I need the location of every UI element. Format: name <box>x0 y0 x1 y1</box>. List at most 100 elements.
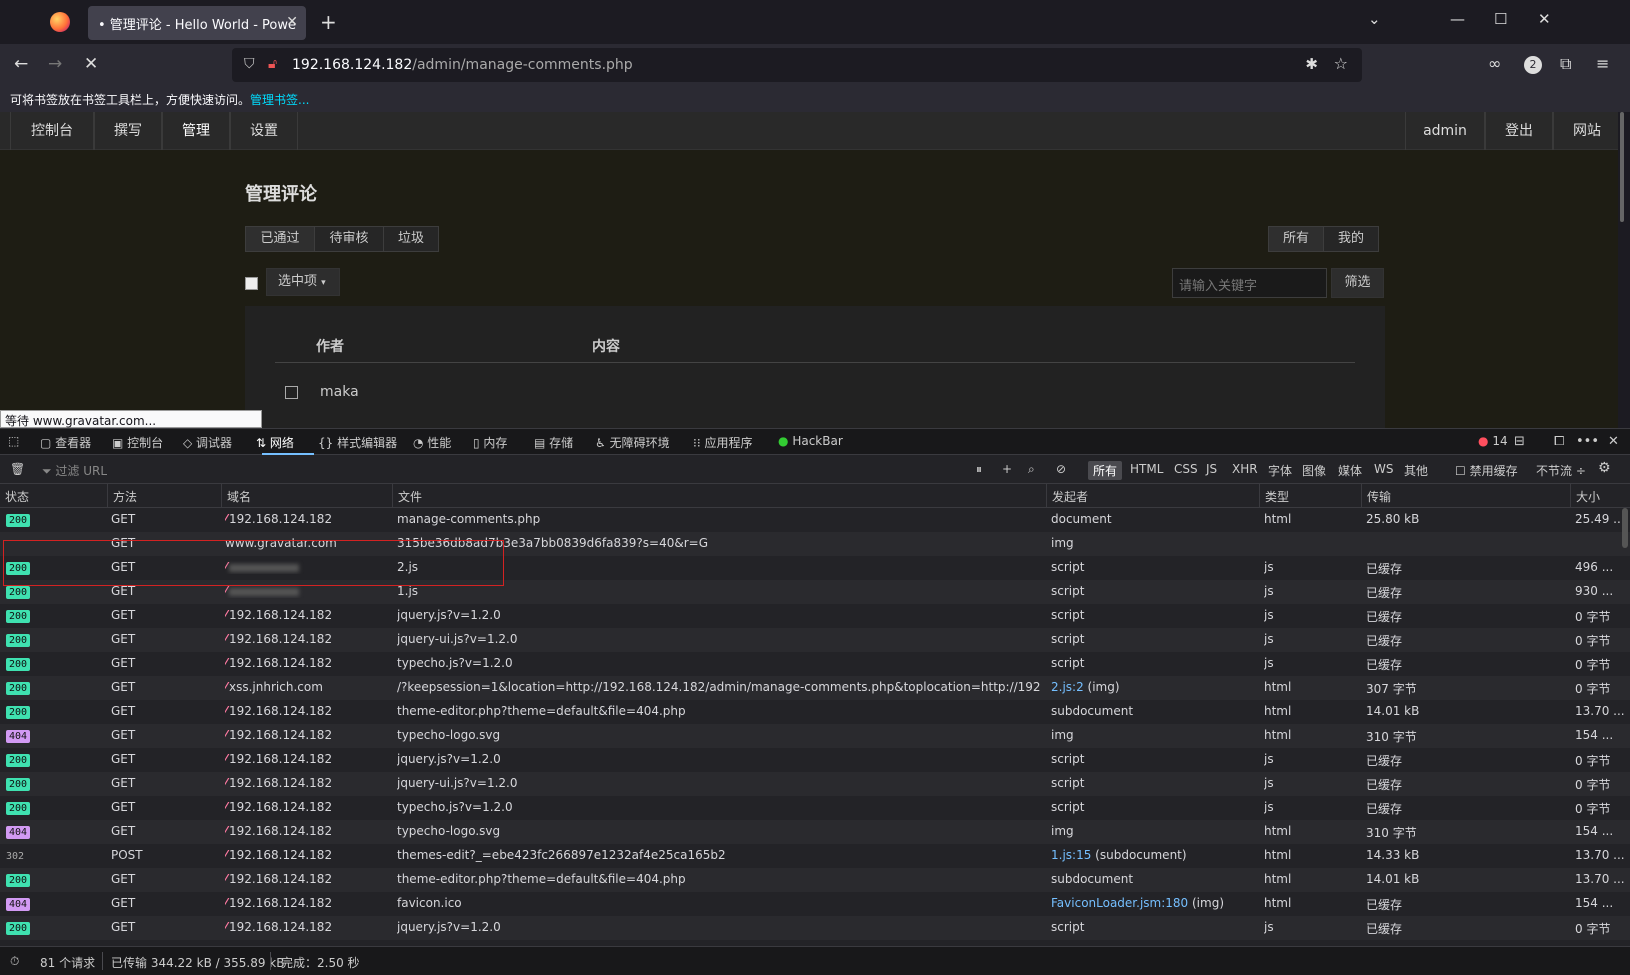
filter-images[interactable]: 图像 <box>1302 462 1326 479</box>
throttle-select[interactable]: 不节流 ÷ <box>1536 462 1586 479</box>
dock-icon[interactable]: ⧠ <box>1554 434 1564 449</box>
col-type[interactable]: 类型 <box>1259 484 1361 507</box>
tab-hackbar[interactable]: ● HackBar <box>778 434 843 448</box>
forward-icon[interactable]: → <box>48 54 62 74</box>
nav-logout[interactable]: 登出 <box>1485 112 1553 150</box>
add-request-icon[interactable]: + <box>1002 462 1012 476</box>
tab-accessibility[interactable]: ♿︎ 无障碍环境 <box>595 434 670 451</box>
request-row[interactable]: 200 GET ⁄ xss.jnhrich.com /?keepsession=1&lo… <box>0 676 1630 700</box>
request-list-scrollbar[interactable] <box>1622 508 1628 548</box>
request-row[interactable]: 200 GET ⁄ 192.168.124.182 jquery-ui.js?v=1.2… <box>0 628 1630 652</box>
nav-dashboard[interactable]: 控制台 <box>10 112 94 150</box>
search-icon[interactable]: ⌕ <box>1028 462 1035 477</box>
col-method[interactable]: 方法 <box>107 484 221 507</box>
url-bar[interactable]: ⛉ 🔓︎ 192.168.124.182/admin/manage-commen… <box>232 48 1362 82</box>
tab-list-icon[interactable]: ⌄ <box>1368 10 1381 28</box>
col-size[interactable]: 大小 <box>1570 484 1630 507</box>
element-picker-icon[interactable]: ⬚ <box>8 434 19 448</box>
more-icon[interactable]: ••• <box>1576 434 1599 449</box>
filter-ws[interactable]: WS <box>1374 462 1393 476</box>
filter-other[interactable]: 其他 <box>1404 462 1428 479</box>
request-row[interactable]: 302 POST ⁄ 192.168.124.182 themes-edit?_=ebe… <box>0 844 1630 868</box>
filter-xhr[interactable]: XHR <box>1232 462 1258 476</box>
request-row[interactable]: 200 GET ⁄ 192.168.124.182 typecho.js?v=1.2.0… <box>0 652 1630 676</box>
tab-debugger[interactable]: ◇ 调试器 <box>183 434 232 451</box>
new-tab-icon[interactable]: + <box>320 10 337 34</box>
stop-icon[interactable]: ✕ <box>84 54 98 74</box>
col-transfer[interactable]: 传输 <box>1361 484 1570 507</box>
request-row[interactable]: 404 GET ⁄ 192.168.124.182 typecho-logo.svg im… <box>0 820 1630 844</box>
initiator-link[interactable]: 1.js:15 <box>1051 848 1091 862</box>
menu-icon[interactable]: ≡ <box>1596 54 1609 73</box>
keyword-input[interactable]: 请输入关键字 <box>1172 268 1327 298</box>
request-row[interactable]: 404 GET ⁄ 192.168.124.182 favicon.ico Favicon… <box>0 892 1630 916</box>
back-icon[interactable]: ← <box>14 54 28 74</box>
manage-bookmarks-link[interactable]: 管理书签... <box>250 93 309 107</box>
nav-site[interactable]: 网站 <box>1553 112 1618 150</box>
tab-pending[interactable]: 待审核 <box>314 226 384 252</box>
request-row[interactable]: 200 GET ⁄ 192.168.124.182 jquery.js?v=1.2.0 s… <box>0 916 1630 940</box>
extension-badge-icon[interactable]: 2 <box>1524 56 1542 74</box>
col-initiator[interactable]: 发起者 <box>1046 484 1259 507</box>
responsive-icon[interactable]: ⊟ <box>1514 434 1525 449</box>
filter-button[interactable]: 筛选 <box>1331 268 1384 298</box>
filter-css[interactable]: CSS <box>1174 462 1198 476</box>
select-all-checkbox[interactable] <box>245 277 258 290</box>
filter-media[interactable]: 媒体 <box>1338 462 1362 479</box>
filter-url-input[interactable]: ⏷ 过滤 URL <box>42 462 107 479</box>
firefox-icon[interactable] <box>50 12 70 32</box>
request-row[interactable]: 200 GET ⁄ 192.168.124.182 theme-editor.php?t… <box>0 868 1630 892</box>
minimize-icon[interactable]: — <box>1450 10 1465 28</box>
nav-user[interactable]: admin <box>1405 112 1485 150</box>
error-count[interactable]: ● 14 <box>1478 434 1508 448</box>
initiator-link[interactable]: FaviconLoader.jsm:180 <box>1051 896 1188 910</box>
tab-all[interactable]: 所有 <box>1268 226 1324 252</box>
filter-all[interactable]: 所有 <box>1088 461 1123 480</box>
bulk-actions-dropdown[interactable]: 选中项 ▾ <box>266 268 340 296</box>
nav-settings[interactable]: 设置 <box>230 112 298 150</box>
bug-icon[interactable]: ✱ <box>1305 55 1318 73</box>
filter-fonts[interactable]: 字体 <box>1268 462 1292 479</box>
comment-author[interactable]: maka <box>320 384 359 400</box>
tab-memory[interactable]: ▯ 内存 <box>473 434 507 451</box>
row-checkbox[interactable] <box>285 386 298 399</box>
request-row[interactable]: 200 GET ⁄ 192.168.124.182 jquery-ui.js?v=1.2… <box>0 772 1630 796</box>
col-domain[interactable]: 域名 <box>221 484 392 507</box>
bookmark-star-icon[interactable]: ☆ <box>1334 54 1348 73</box>
browser-tab[interactable]: • 管理评论 - Hello World - Powe ✕ <box>88 6 306 40</box>
tab-console[interactable]: ▣ 控制台 <box>112 434 163 451</box>
page-scrollbar[interactable] <box>1620 112 1624 222</box>
insecure-lock-icon[interactable]: 🔓︎ <box>268 56 277 72</box>
col-status[interactable]: 状态 <box>0 484 107 507</box>
tab-application[interactable]: ⁝⁝ 应用程序 <box>693 434 752 451</box>
filter-js[interactable]: JS <box>1206 462 1217 476</box>
settings-gear-icon[interactable]: ⚙ <box>1598 460 1611 476</box>
close-window-icon[interactable]: ✕ <box>1538 10 1551 28</box>
request-row[interactable]: 200 GET ⁄ 192.168.124.182 typecho.js?v=1.2.0… <box>0 796 1630 820</box>
block-icon[interactable]: ⊘ <box>1056 462 1066 476</box>
filter-html[interactable]: HTML <box>1130 462 1163 476</box>
tab-spam[interactable]: 垃圾 <box>383 226 439 252</box>
close-devtools-icon[interactable]: ✕ <box>1608 434 1619 449</box>
tab-performance[interactable]: ◔ 性能 <box>413 434 451 451</box>
tab-inspector[interactable]: ▢ 查看器 <box>40 434 91 451</box>
request-row[interactable]: 200 GET ⁄ 192.168.124.182 jquery.js?v=1.2.0 s… <box>0 604 1630 628</box>
close-tab-icon[interactable]: ✕ <box>286 14 298 30</box>
tab-network[interactable]: ⇅ 网络 <box>256 434 294 451</box>
col-file[interactable]: 文件 <box>392 484 1046 507</box>
tab-style-editor[interactable]: {} 样式编辑器 <box>318 434 397 451</box>
extensions-icon[interactable]: ⧉ <box>1560 54 1571 74</box>
nav-manage[interactable]: 管理 <box>162 112 230 150</box>
clear-icon[interactable]: 🗑︎ <box>10 462 25 476</box>
request-row[interactable]: 200 GET ⁄ 192.168.124.182 theme-editor.php?t… <box>0 700 1630 724</box>
maximize-icon[interactable]: ☐ <box>1494 10 1507 28</box>
mask-icon[interactable]: ∞ <box>1488 54 1501 73</box>
tab-approved[interactable]: 已通过 <box>245 226 315 252</box>
nav-write[interactable]: 撰写 <box>94 112 162 150</box>
tab-mine[interactable]: 我的 <box>1323 226 1379 252</box>
request-row[interactable]: 404 GET ⁄ 192.168.124.182 typecho-logo.svg im… <box>0 724 1630 748</box>
request-row[interactable]: 200 GET ⁄ 192.168.124.182 jquery.js?v=1.2.0 s… <box>0 748 1630 772</box>
disable-cache-checkbox[interactable]: ☐ 禁用缓存 <box>1455 462 1518 479</box>
shield-icon[interactable]: ⛉ <box>244 56 255 72</box>
initiator-link[interactable]: 2.js:2 <box>1051 680 1084 694</box>
